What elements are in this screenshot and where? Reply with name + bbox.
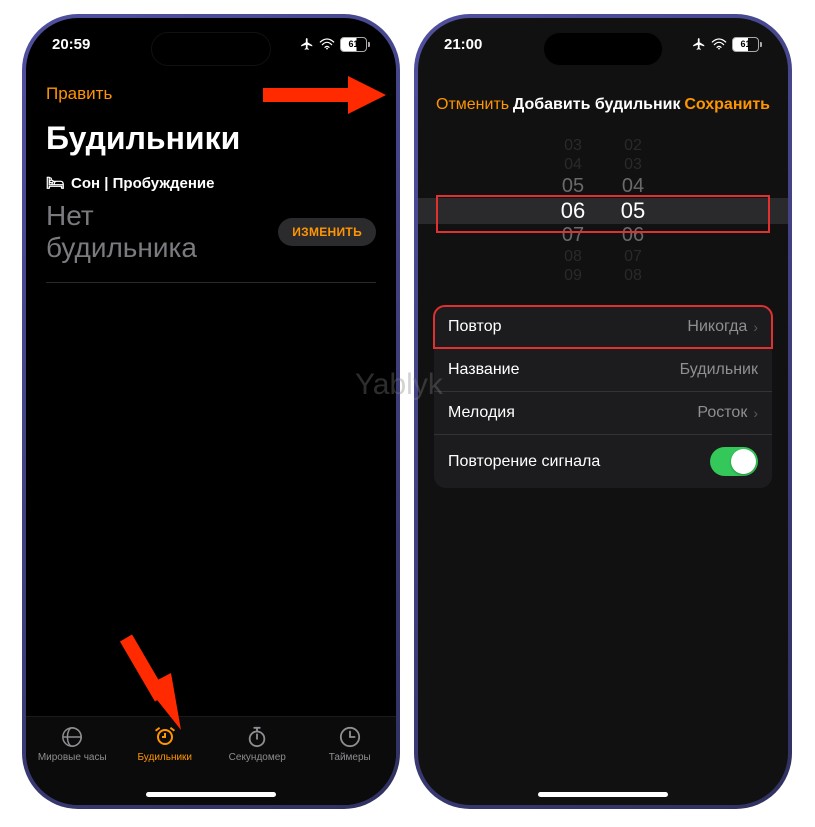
bed-icon: 🛏 xyxy=(46,174,65,192)
time-picker-selected: 0605 xyxy=(418,198,788,224)
alarm-icon xyxy=(153,725,177,749)
edit-button[interactable]: Править xyxy=(46,84,112,104)
time-picker[interactable]: 0302 0403 0504 0605 0706 0807 0908 xyxy=(418,136,788,286)
battery-icon: 61 xyxy=(340,37,370,52)
status-time: 20:59 xyxy=(52,36,90,53)
home-indicator[interactable] xyxy=(146,792,276,797)
wifi-icon xyxy=(711,38,727,50)
tab-label: Мировые часы xyxy=(38,752,107,763)
cancel-button[interactable]: Отменить xyxy=(436,96,509,114)
snooze-toggle[interactable] xyxy=(710,447,758,476)
battery-icon: 61 xyxy=(732,37,762,52)
phone-right: 21:00 61 Отменить Добавить будильник Сох… xyxy=(414,14,792,809)
setting-name[interactable]: Название Будильник xyxy=(434,349,772,392)
dynamic-island xyxy=(151,32,271,66)
nav-bar: Править + xyxy=(26,74,396,114)
save-button[interactable]: Сохранить xyxy=(684,96,770,114)
tab-label: Секундомер xyxy=(229,752,286,763)
sleep-wake-label: Сон | Пробуждение xyxy=(71,175,214,192)
status-time: 21:00 xyxy=(444,36,482,53)
timer-icon xyxy=(338,725,362,749)
setting-snooze: Повторение сигнала xyxy=(434,435,772,488)
airplane-mode-icon xyxy=(692,37,706,51)
no-alarm-text: Нет будильника xyxy=(46,200,226,264)
status-icons: 61 xyxy=(300,37,370,52)
chevron-right-icon: › xyxy=(753,319,758,335)
wifi-icon xyxy=(319,38,335,50)
tab-world-clock[interactable]: Мировые часы xyxy=(26,725,119,763)
dynamic-island xyxy=(543,32,663,66)
tab-label: Таймеры xyxy=(329,752,371,763)
tab-stopwatch[interactable]: Секундомер xyxy=(211,725,304,763)
page-title: Будильники xyxy=(46,120,240,157)
home-indicator[interactable] xyxy=(538,792,668,797)
globe-icon xyxy=(60,725,84,749)
screen-right: 21:00 61 Отменить Добавить будильник Сох… xyxy=(418,18,788,805)
sleep-wake-header: 🛏 Сон | Пробуждение xyxy=(46,174,214,192)
tab-alarms[interactable]: Будильники xyxy=(119,725,212,763)
chevron-right-icon: › xyxy=(753,405,758,421)
phone-left: 20:59 61 Править + Будильники 🛏 Сон | Пр… xyxy=(22,14,400,809)
tab-timers[interactable]: Таймеры xyxy=(304,725,397,763)
setting-repeat[interactable]: Повтор Никогда › xyxy=(434,306,772,349)
change-button[interactable]: ИЗМЕНИТЬ xyxy=(278,218,376,246)
modal-title: Добавить будильник xyxy=(513,96,681,114)
status-icons: 61 xyxy=(692,37,762,52)
add-alarm-button[interactable]: + xyxy=(360,80,376,108)
tab-label: Будильники xyxy=(137,752,192,763)
alarm-settings-panel: Повтор Никогда › Название Будильник Мело… xyxy=(434,306,772,488)
stopwatch-icon xyxy=(245,725,269,749)
airplane-mode-icon xyxy=(300,37,314,51)
setting-sound[interactable]: Мелодия Росток › xyxy=(434,392,772,435)
modal-nav: Отменить Добавить будильник Сохранить xyxy=(418,96,788,114)
screen-left: 20:59 61 Править + Будильники 🛏 Сон | Пр… xyxy=(26,18,396,805)
no-alarm-row: Нет будильника ИЗМЕНИТЬ xyxy=(46,200,376,283)
